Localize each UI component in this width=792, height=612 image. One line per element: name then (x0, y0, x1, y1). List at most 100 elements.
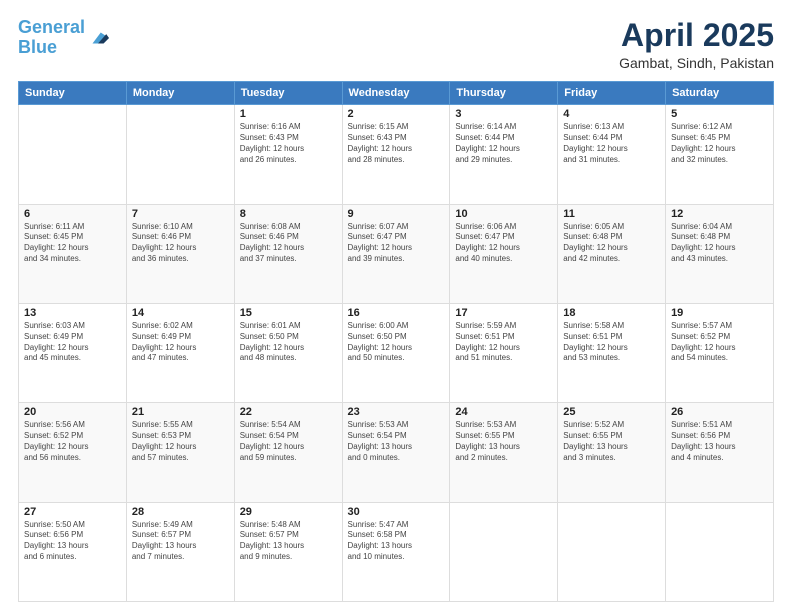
day-number: 3 (455, 108, 552, 120)
calendar-cell: 21Sunrise: 5:55 AMSunset: 6:53 PMDayligh… (126, 403, 234, 502)
page: General Blue April 2025 Gambat, Sindh, P… (0, 0, 792, 612)
day-number: 18 (563, 307, 660, 319)
day-number: 16 (348, 307, 445, 319)
calendar-cell: 14 Sunrise: 6:02 AMSunset: 6:49 PMDayligh… (126, 303, 234, 402)
calendar-cell: 6 Sunrise: 6:11 AMSunset: 6:45 PMDaylight… (19, 204, 127, 303)
cell-text: Sunrise: 6:10 AMSunset: 6:46 PMDaylight:… (132, 222, 229, 265)
cell-text: Sunrise: 5:58 AMSunset: 6:51 PMDaylight:… (563, 321, 660, 364)
calendar-cell: 30Sunrise: 5:47 AMSunset: 6:58 PMDayligh… (342, 502, 450, 601)
day-number: 14 (132, 307, 229, 319)
calendar-cell: 3 Sunrise: 6:14 AMSunset: 6:44 PMDaylight… (450, 105, 558, 204)
calendar-cell: 17 Sunrise: 5:59 AMSunset: 6:51 PMDayligh… (450, 303, 558, 402)
calendar-cell: 1 Sunrise: 6:16 AMSunset: 6:43 PMDaylight… (234, 105, 342, 204)
day-number: 4 (563, 108, 660, 120)
cell-text: Sunrise: 5:59 AMSunset: 6:51 PMDaylight:… (455, 321, 552, 364)
cell-text: Sunrise: 6:06 AMSunset: 6:47 PMDaylight:… (455, 222, 552, 265)
cell-text: Sunrise: 6:04 AMSunset: 6:48 PMDaylight:… (671, 222, 768, 265)
cell-text: Sunrise: 6:05 AMSunset: 6:48 PMDaylight:… (563, 222, 660, 265)
logo: General Blue (18, 18, 109, 58)
cell-text: Sunrise: 5:52 AMSunset: 6:55 PMDaylight:… (563, 420, 660, 463)
calendar-cell: 4 Sunrise: 6:13 AMSunset: 6:44 PMDaylight… (558, 105, 666, 204)
cell-text: Sunrise: 6:11 AMSunset: 6:45 PMDaylight:… (24, 222, 121, 265)
calendar-cell: 5 Sunrise: 6:12 AMSunset: 6:45 PMDaylight… (666, 105, 774, 204)
day-number: 19 (671, 307, 768, 319)
day-number: 6 (24, 208, 121, 220)
day-number: 10 (455, 208, 552, 220)
calendar-cell: 18 Sunrise: 5:58 AMSunset: 6:51 PMDayligh… (558, 303, 666, 402)
calendar-cell: 10 Sunrise: 6:06 AMSunset: 6:47 PMDayligh… (450, 204, 558, 303)
cell-text: Sunrise: 6:07 AMSunset: 6:47 PMDaylight:… (348, 222, 445, 265)
calendar-cell: 28Sunrise: 5:49 AMSunset: 6:57 PMDayligh… (126, 502, 234, 601)
calendar-cell: 11 Sunrise: 6:05 AMSunset: 6:48 PMDayligh… (558, 204, 666, 303)
calendar-cell: 23Sunrise: 5:53 AMSunset: 6:54 PMDayligh… (342, 403, 450, 502)
cell-text: Sunrise: 5:57 AMSunset: 6:52 PMDaylight:… (671, 321, 768, 364)
week-row-5: 27 Sunrise: 5:50 AMSunset: 6:56 PMDayligh… (19, 502, 774, 601)
week-row-3: 13 Sunrise: 6:03 AMSunset: 6:49 PMDayligh… (19, 303, 774, 402)
sub-title: Gambat, Sindh, Pakistan (619, 55, 774, 71)
cell-text: Sunrise: 6:13 AMSunset: 6:44 PMDaylight:… (563, 122, 660, 165)
day-number: 17 (455, 307, 552, 319)
day-number: 24 (455, 406, 552, 418)
cell-text: Sunrise: 5:50 AMSunset: 6:56 PMDaylight:… (24, 520, 121, 563)
calendar-cell: 13 Sunrise: 6:03 AMSunset: 6:49 PMDayligh… (19, 303, 127, 402)
day-number: 12 (671, 208, 768, 220)
calendar-cell: 24Sunrise: 5:53 AMSunset: 6:55 PMDayligh… (450, 403, 558, 502)
day-header-monday: Monday (126, 82, 234, 105)
week-row-1: 1 Sunrise: 6:16 AMSunset: 6:43 PMDaylight… (19, 105, 774, 204)
day-header-sunday: Sunday (19, 82, 127, 105)
calendar-cell: 29 Sunrise: 5:48 AMSunset: 6:57 PMDayligh… (234, 502, 342, 601)
cell-text: Sunrise: 6:03 AMSunset: 6:49 PMDaylight:… (24, 321, 121, 364)
calendar-cell: 20Sunrise: 5:56 AMSunset: 6:52 PMDayligh… (19, 403, 127, 502)
logo-text: General Blue (18, 18, 85, 58)
day-number: 13 (24, 307, 121, 319)
day-number: 11 (563, 208, 660, 220)
calendar-cell (126, 105, 234, 204)
calendar-cell: 15Sunrise: 6:01 AMSunset: 6:50 PMDayligh… (234, 303, 342, 402)
cell-text: Sunrise: 6:14 AMSunset: 6:44 PMDaylight:… (455, 122, 552, 165)
day-number: 27 (24, 506, 121, 518)
day-number: 5 (671, 108, 768, 120)
day-number: 1 (240, 108, 337, 120)
calendar-cell (450, 502, 558, 601)
cell-text: Sunrise: 5:47 AMSunset: 6:58 PMDaylight:… (348, 520, 445, 563)
calendar-cell: 19 Sunrise: 5:57 AMSunset: 6:52 PMDayligh… (666, 303, 774, 402)
calendar-cell: 25Sunrise: 5:52 AMSunset: 6:55 PMDayligh… (558, 403, 666, 502)
main-title: April 2025 (619, 18, 774, 53)
calendar-cell (666, 502, 774, 601)
calendar-cell: 8Sunrise: 6:08 AMSunset: 6:46 PMDaylight… (234, 204, 342, 303)
cell-text: Sunrise: 6:15 AMSunset: 6:43 PMDaylight:… (348, 122, 445, 165)
day-number: 22 (240, 406, 337, 418)
day-number: 26 (671, 406, 768, 418)
day-header-wednesday: Wednesday (342, 82, 450, 105)
cell-text: Sunrise: 5:49 AMSunset: 6:57 PMDaylight:… (132, 520, 229, 563)
week-row-4: 20Sunrise: 5:56 AMSunset: 6:52 PMDayligh… (19, 403, 774, 502)
week-row-2: 6 Sunrise: 6:11 AMSunset: 6:45 PMDaylight… (19, 204, 774, 303)
cell-text: Sunrise: 5:54 AMSunset: 6:54 PMDaylight:… (240, 420, 337, 463)
cell-text: Sunrise: 6:00 AMSunset: 6:50 PMDaylight:… (348, 321, 445, 364)
cell-text: Sunrise: 5:53 AMSunset: 6:54 PMDaylight:… (348, 420, 445, 463)
cell-text: Sunrise: 6:02 AMSunset: 6:49 PMDaylight:… (132, 321, 229, 364)
calendar-cell (19, 105, 127, 204)
calendar-cell: 9 Sunrise: 6:07 AMSunset: 6:47 PMDaylight… (342, 204, 450, 303)
cell-text: Sunrise: 6:08 AMSunset: 6:46 PMDaylight:… (240, 222, 337, 265)
calendar-cell: 27 Sunrise: 5:50 AMSunset: 6:56 PMDayligh… (19, 502, 127, 601)
calendar-cell: 26Sunrise: 5:51 AMSunset: 6:56 PMDayligh… (666, 403, 774, 502)
day-header-tuesday: Tuesday (234, 82, 342, 105)
cell-text: Sunrise: 6:16 AMSunset: 6:43 PMDaylight:… (240, 122, 337, 165)
cell-text: Sunrise: 5:48 AMSunset: 6:57 PMDaylight:… (240, 520, 337, 563)
day-number: 29 (240, 506, 337, 518)
header: General Blue April 2025 Gambat, Sindh, P… (18, 18, 774, 71)
calendar-cell: 22 Sunrise: 5:54 AMSunset: 6:54 PMDayligh… (234, 403, 342, 502)
day-number: 7 (132, 208, 229, 220)
cell-text: Sunrise: 6:12 AMSunset: 6:45 PMDaylight:… (671, 122, 768, 165)
day-header-saturday: Saturday (666, 82, 774, 105)
header-row: SundayMondayTuesdayWednesdayThursdayFrid… (19, 82, 774, 105)
title-block: April 2025 Gambat, Sindh, Pakistan (619, 18, 774, 71)
day-number: 21 (132, 406, 229, 418)
day-number: 9 (348, 208, 445, 220)
cell-text: Sunrise: 5:56 AMSunset: 6:52 PMDaylight:… (24, 420, 121, 463)
calendar-cell: 2 Sunrise: 6:15 AMSunset: 6:43 PMDaylight… (342, 105, 450, 204)
day-header-thursday: Thursday (450, 82, 558, 105)
day-header-friday: Friday (558, 82, 666, 105)
day-number: 2 (348, 108, 445, 120)
